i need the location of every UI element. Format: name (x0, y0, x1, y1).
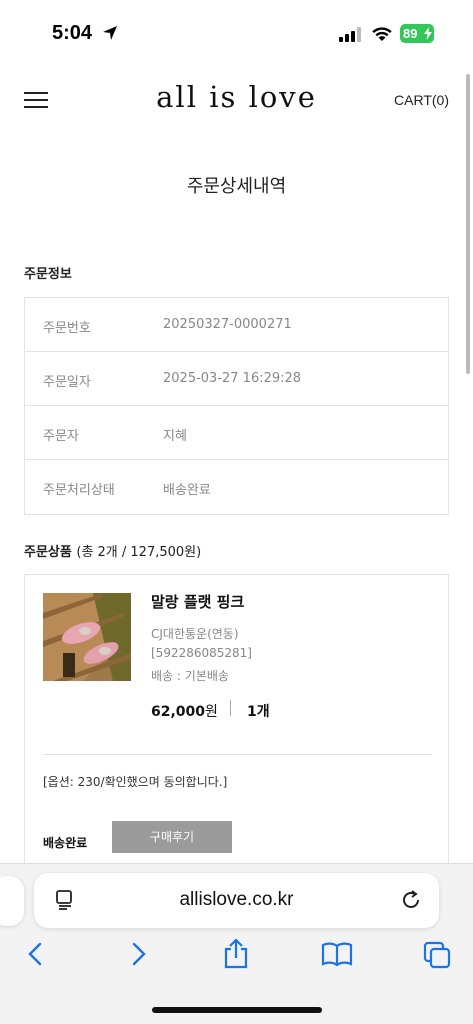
product-price: 62,000원 (151, 701, 218, 721)
info-label: 주문일자 (43, 375, 91, 390)
product-option: [옵션: 230/확인했으며 동의합니다.] (43, 775, 228, 789)
home-indicator (152, 1007, 322, 1013)
wifi-icon (372, 27, 392, 41)
address-bar[interactable]: allislove.co.kr (34, 873, 439, 928)
info-row-order-number: 주문번호 20250327-0000271 (25, 298, 448, 352)
charging-bolt-icon (424, 27, 432, 40)
order-items-title: 주문상품 (총 2개 / 127,500원) (24, 541, 201, 560)
info-row-order-status: 주문처리상태 배송완료 (25, 460, 448, 514)
back-icon[interactable] (24, 940, 48, 968)
page-title: 주문상세내역 (186, 176, 287, 197)
location-arrow-icon (103, 26, 117, 40)
info-label: 주문처리상태 (43, 483, 115, 498)
info-row-orderer: 주문자 지혜 (25, 406, 448, 460)
order-items-label: 주문상품 (24, 545, 72, 560)
info-label: 주문번호 (43, 321, 91, 336)
scroll-indicator (466, 74, 470, 374)
product-image[interactable] (43, 593, 131, 681)
product-card: 말랑 플랫 핑크 CJ대한통운(연동) [592286085281] 배송 : … (24, 574, 449, 874)
order-info-table: 주문번호 20250327-0000271 주문일자 2025-03-27 16… (24, 297, 449, 515)
info-value: 2025-03-27 16:29:28 (163, 371, 302, 386)
price-value: 62,000 (151, 704, 206, 720)
cellular-signal-icon (339, 27, 361, 42)
product-quantity: 1개 (247, 704, 270, 720)
order-items-summary: (총 2개 / 127,500원) (76, 545, 202, 560)
order-info-title: 주문정보 (24, 267, 72, 282)
share-icon[interactable] (222, 938, 250, 970)
status-bar: 5:04 89 (0, 0, 473, 70)
browser-toolbar: allislove.co.kr (0, 863, 473, 1024)
battery-level: 89 (403, 26, 418, 41)
info-label: 주문자 (43, 429, 79, 444)
reload-icon[interactable] (399, 888, 423, 912)
info-value: 20250327-0000271 (163, 317, 292, 332)
delivery-status: 배송완료 (43, 836, 88, 850)
url-text[interactable]: allislove.co.kr (34, 889, 439, 911)
cart-link[interactable]: CART(0) (394, 92, 449, 108)
info-row-order-date: 주문일자 2025-03-27 16:29:28 (25, 352, 448, 406)
courier-name: CJ대한통운(연동) (151, 627, 239, 641)
tabs-icon[interactable] (422, 940, 452, 970)
forward-icon[interactable] (126, 940, 150, 968)
battery-indicator: 89 (400, 24, 434, 43)
tracking-number[interactable]: [592286085281] (151, 646, 252, 660)
write-review-button[interactable]: 구매후기 (112, 821, 232, 853)
info-value: 배송완료 (163, 483, 211, 498)
info-value: 지혜 (163, 429, 187, 444)
divider (43, 754, 432, 755)
price-unit: 원 (205, 704, 218, 720)
status-time: 5:04 (52, 22, 93, 44)
bookmarks-icon[interactable] (321, 940, 353, 968)
price-qty-divider (230, 700, 231, 716)
previous-tab-preview[interactable] (0, 876, 24, 926)
product-name[interactable]: 말랑 플랫 핑크 (151, 591, 244, 612)
shipping-method: 배송 : 기본배송 (151, 669, 229, 683)
